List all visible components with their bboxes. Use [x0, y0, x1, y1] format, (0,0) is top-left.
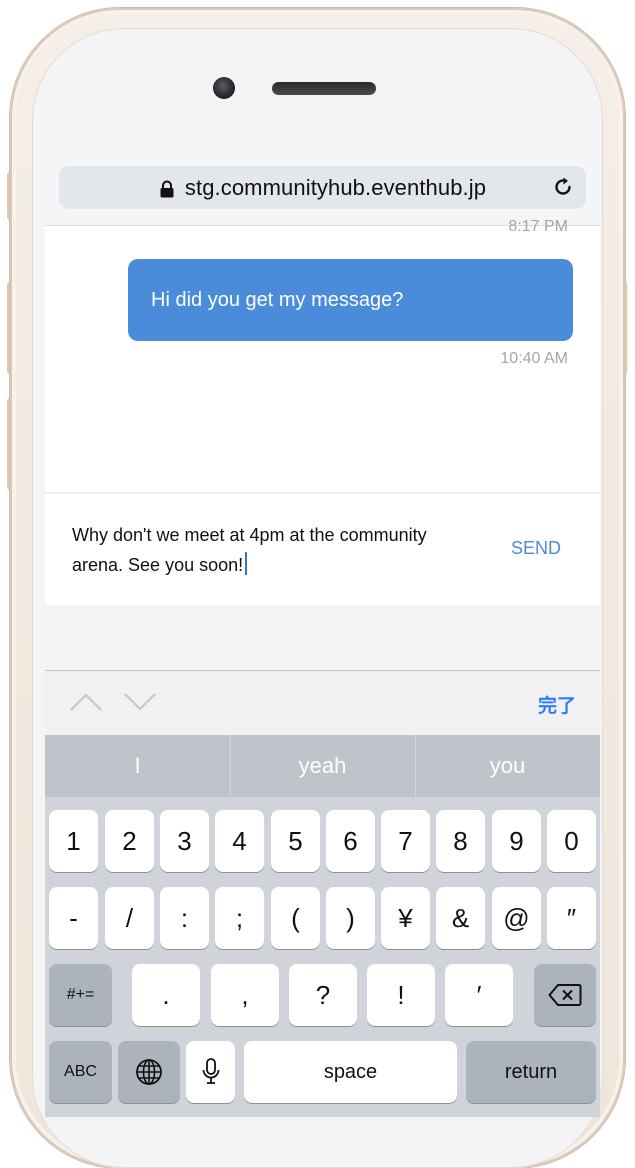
key-9[interactable]: 9 — [492, 810, 541, 872]
key-exclamation[interactable]: ! — [367, 964, 435, 1026]
text-caret — [245, 552, 248, 575]
key-period[interactable]: . — [132, 964, 200, 1026]
message-input-value: Why don't we meet at 4pm at the communit… — [72, 525, 427, 575]
key-slash[interactable]: / — [105, 887, 154, 949]
microphone-icon — [202, 1058, 219, 1084]
key-6[interactable]: 6 — [326, 810, 375, 872]
message-timestamp: 8:17 PM — [508, 218, 568, 235]
message-timestamp: 10:40 AM — [500, 350, 568, 367]
key-prime[interactable]: ′ — [445, 964, 513, 1026]
key-more-symbols[interactable]: #+= — [49, 964, 112, 1026]
chevron-down-icon[interactable] — [123, 691, 157, 713]
suggestion-item[interactable]: you — [415, 735, 600, 797]
key-hyphen[interactable]: - — [49, 887, 98, 949]
browser-toolbar: stg.communityhub.eventhub.jp — [45, 157, 600, 226]
key-backspace[interactable] — [534, 964, 596, 1026]
key-0[interactable]: 0 — [547, 810, 596, 872]
keyboard: I yeah you 1 2 3 4 5 6 7 8 9 0 - / : ; (… — [45, 735, 600, 1117]
address-bar[interactable]: stg.communityhub.eventhub.jp — [59, 166, 586, 209]
suggestion-item[interactable]: I — [45, 735, 230, 797]
key-abc[interactable]: ABC — [49, 1041, 112, 1103]
key-return[interactable]: return — [466, 1041, 596, 1103]
front-camera — [213, 77, 235, 99]
key-semicolon[interactable]: ; — [215, 887, 264, 949]
key-space[interactable]: space — [244, 1041, 457, 1103]
key-at[interactable]: @ — [492, 887, 541, 949]
key-7[interactable]: 7 — [381, 810, 430, 872]
url-text: stg.communityhub.eventhub.jp — [184, 174, 487, 200]
globe-icon — [136, 1059, 162, 1085]
key-globe[interactable] — [118, 1041, 180, 1103]
key-dictation[interactable] — [186, 1041, 235, 1103]
message-input[interactable]: Why don't we meet at 4pm at the communit… — [72, 520, 482, 580]
done-button[interactable]: 完了 — [538, 691, 576, 718]
message-text: Hi did you get my message? — [151, 288, 404, 311]
send-button[interactable]: SEND — [511, 538, 561, 559]
key-5[interactable]: 5 — [271, 810, 320, 872]
message-composer: Why don't we meet at 4pm at the communit… — [45, 494, 600, 605]
key-2[interactable]: 2 — [105, 810, 154, 872]
key-colon[interactable]: : — [160, 887, 209, 949]
key-question[interactable]: ? — [289, 964, 357, 1026]
key-3[interactable]: 3 — [160, 810, 209, 872]
key-1[interactable]: 1 — [49, 810, 98, 872]
keyboard-accessory-bar: 完了 — [45, 670, 600, 736]
reload-icon[interactable] — [552, 176, 574, 198]
earpiece-speaker — [272, 82, 376, 95]
predictive-bar: I yeah you — [45, 735, 600, 797]
chevron-up-icon[interactable] — [69, 691, 103, 713]
backspace-icon — [548, 984, 582, 1006]
key-4[interactable]: 4 — [215, 810, 264, 872]
phone-screen: stg.communityhub.eventhub.jp 8:17 PM Hi … — [45, 157, 600, 1117]
lock-icon — [160, 180, 174, 197]
key-8[interactable]: 8 — [436, 810, 485, 872]
key-close-paren[interactable]: ) — [326, 887, 375, 949]
sent-message-bubble: Hi did you get my message? — [128, 259, 573, 341]
chat-thread[interactable]: 8:17 PM Hi did you get my message? 10:40… — [45, 218, 600, 492]
key-yen[interactable]: ¥ — [381, 887, 430, 949]
key-open-paren[interactable]: ( — [271, 887, 320, 949]
page-background — [45, 605, 600, 670]
suggestion-item[interactable]: yeah — [230, 735, 415, 797]
key-comma[interactable]: , — [211, 964, 279, 1026]
key-double-prime[interactable]: ″ — [547, 887, 596, 949]
key-ampersand[interactable]: & — [436, 887, 485, 949]
